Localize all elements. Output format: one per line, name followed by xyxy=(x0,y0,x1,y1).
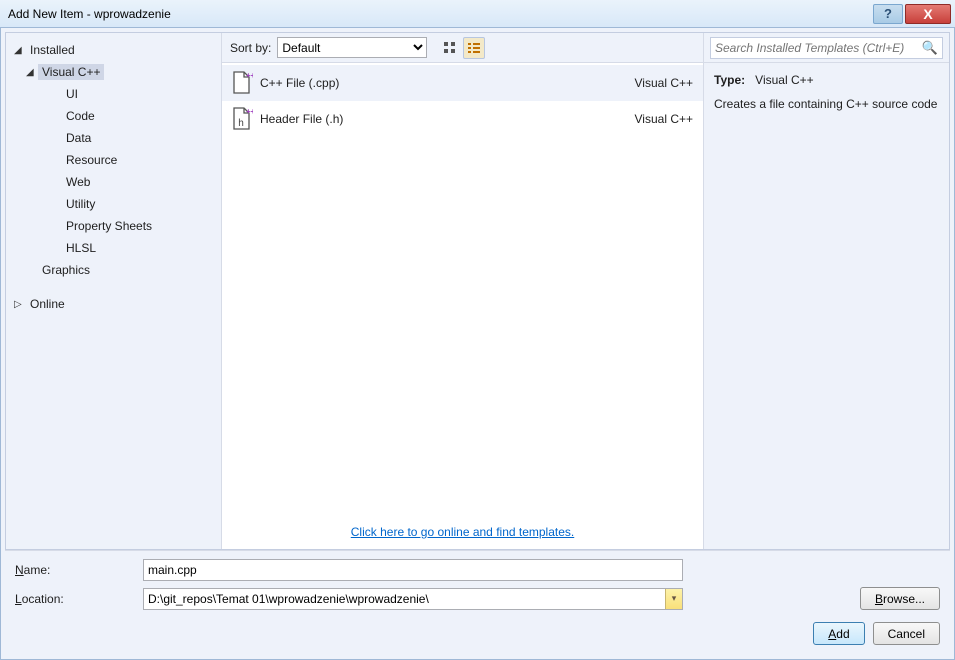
type-value: Visual C++ xyxy=(755,73,813,87)
help-button[interactable]: ? xyxy=(873,4,903,24)
content-area: ◢Installed◢Visual C++UICodeDataResourceW… xyxy=(5,32,950,550)
tree-item-label: UI xyxy=(62,86,82,102)
template-pane: Sort by: Default xyxy=(222,33,703,549)
search-input[interactable] xyxy=(715,41,922,55)
dialog-buttons: Add Cancel xyxy=(5,614,950,655)
tree-item-label: HLSL xyxy=(62,240,100,256)
view-list-button[interactable] xyxy=(463,37,485,59)
template-row[interactable]: ++C++ File (.cpp)Visual C++ xyxy=(222,65,703,101)
tree-item-utility[interactable]: Utility xyxy=(6,193,221,215)
add-button[interactable]: Add xyxy=(813,622,864,645)
svg-text:h: h xyxy=(238,118,244,129)
sort-label: Sort by: xyxy=(230,41,271,55)
category-tree: ◢Installed◢Visual C++UICodeDataResourceW… xyxy=(6,33,222,549)
template-description: Creates a file containing C++ source cod… xyxy=(714,97,939,111)
expand-icon: ◢ xyxy=(26,67,36,78)
search-box[interactable]: 🔍 xyxy=(710,37,943,59)
template-icon: ++ xyxy=(228,70,256,96)
tree-item-hlsl[interactable]: HLSL xyxy=(6,237,221,259)
tree-item-label: Visual C++ xyxy=(38,64,104,80)
tree-item-label: Resource xyxy=(62,152,121,168)
tree-item-graphics[interactable]: Graphics xyxy=(6,259,221,281)
location-label: Location: xyxy=(15,592,135,606)
tree-item-resource[interactable]: Resource xyxy=(6,149,221,171)
sort-select[interactable]: Default xyxy=(277,37,427,58)
window-title: Add New Item - wprowadzenie xyxy=(8,7,871,21)
name-label: Name: xyxy=(15,563,135,577)
tree-item-label: Property Sheets xyxy=(62,218,156,234)
tree-item-label: Code xyxy=(62,108,99,124)
svg-text:++: ++ xyxy=(246,107,253,116)
location-field[interactable] xyxy=(143,588,683,610)
tree-item-label: Online xyxy=(26,296,69,312)
file-icon: ++ xyxy=(231,70,253,96)
info-pane: 🔍 Type: Visual C++ Creates a file contai… xyxy=(703,33,949,549)
location-dropdown-button[interactable]: ▾ xyxy=(665,589,682,609)
tree-item-web[interactable]: Web xyxy=(6,171,221,193)
tree-item-ui[interactable]: UI xyxy=(6,83,221,105)
title-bar: Add New Item - wprowadzenie ? X xyxy=(0,0,955,28)
dialog-frame: ◢Installed◢Visual C++UICodeDataResourceW… xyxy=(0,28,955,660)
form-area: Name: Location: ▾ Browse... xyxy=(5,550,950,614)
tree-item-installed[interactable]: ◢Installed xyxy=(6,39,221,61)
tree-item-code[interactable]: Code xyxy=(6,105,221,127)
tree-item-visual-c-[interactable]: ◢Visual C++ xyxy=(6,61,221,83)
template-name: Header File (.h) xyxy=(256,112,635,126)
template-icon: ++h xyxy=(228,106,256,132)
tree-item-label: Graphics xyxy=(38,262,94,278)
name-field[interactable] xyxy=(143,559,683,581)
tree-item-label: Utility xyxy=(62,196,99,212)
tree-item-data[interactable]: Data xyxy=(6,127,221,149)
template-name: C++ File (.cpp) xyxy=(256,76,635,90)
cancel-button[interactable]: Cancel xyxy=(873,622,940,645)
tree-item-label: Web xyxy=(62,174,94,190)
info-body: Type: Visual C++ Creates a file containi… xyxy=(704,63,949,121)
expand-icon: ▷ xyxy=(14,299,24,310)
grid-icon xyxy=(443,41,457,55)
svg-text:++: ++ xyxy=(246,71,253,80)
tree-item-online[interactable]: ▷Online xyxy=(6,293,221,315)
tree-item-label: Installed xyxy=(26,42,79,58)
tree-item-label: Data xyxy=(62,130,95,146)
close-button[interactable]: X xyxy=(905,4,951,24)
template-language: Visual C++ xyxy=(635,76,693,90)
type-label: Type: xyxy=(714,73,745,87)
search-icon: 🔍 xyxy=(922,40,938,56)
list-icon xyxy=(467,41,481,55)
online-templates-link[interactable]: Click here to go online and find templat… xyxy=(351,525,574,539)
template-toolbar: Sort by: Default xyxy=(222,33,703,63)
tree-item-property-sheets[interactable]: Property Sheets xyxy=(6,215,221,237)
file-icon: ++h xyxy=(231,106,253,132)
template-list: ++C++ File (.cpp)Visual C++++hHeader Fil… xyxy=(222,63,703,517)
view-grid-button[interactable] xyxy=(439,37,461,59)
search-wrap: 🔍 xyxy=(704,33,949,63)
online-templates-link-wrap: Click here to go online and find templat… xyxy=(222,517,703,549)
template-language: Visual C++ xyxy=(635,112,693,126)
browse-button[interactable]: Browse... xyxy=(860,587,940,610)
template-row[interactable]: ++hHeader File (.h)Visual C++ xyxy=(222,101,703,137)
expand-icon: ◢ xyxy=(14,45,24,56)
